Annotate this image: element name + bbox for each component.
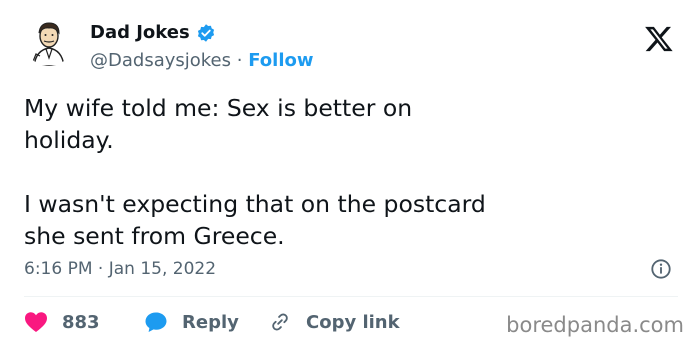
separator-dot: · [236, 50, 243, 71]
link-icon [272, 313, 288, 331]
author-name[interactable]: Dad Jokes [90, 22, 190, 43]
copy-link-label: Copy link [306, 311, 400, 333]
watermark: boredpanda.com [506, 313, 684, 337]
heart-icon [25, 312, 47, 332]
tweet-paragraph: I wasn't expecting that on the postcard … [24, 190, 486, 250]
divider [24, 296, 678, 297]
speech-bubble-icon [145, 312, 167, 332]
action-bar: 883 Reply Copy link [24, 308, 400, 336]
author-handle[interactable]: @Dadsaysjokes [90, 50, 231, 71]
tweet-paragraph: My wife told me: Sex is better on holida… [24, 94, 413, 154]
verified-badge-icon [196, 23, 216, 43]
avatar[interactable] [24, 16, 74, 66]
like-button[interactable]: 883 [24, 311, 144, 333]
copy-link-button[interactable]: Copy link [268, 311, 400, 333]
avatar-illustration [24, 16, 74, 66]
tweet-text: My wife told me: Sex is better on holida… [24, 92, 584, 252]
author-handle-row: @Dadsaysjokes · Follow [90, 50, 314, 71]
x-logo-icon[interactable] [644, 24, 674, 54]
info-icon[interactable] [650, 258, 672, 280]
tweet-timestamp[interactable]: 6:16 PM · Jan 15, 2022 [24, 259, 216, 279]
reply-button[interactable]: Reply [144, 311, 268, 333]
reply-label: Reply [182, 311, 239, 333]
author-name-row: Dad Jokes [90, 22, 216, 43]
follow-button[interactable]: Follow [248, 50, 313, 71]
tweet-card: Dad Jokes @Dadsaysjokes · Follow My wife… [0, 0, 700, 349]
like-count: 883 [62, 311, 100, 333]
